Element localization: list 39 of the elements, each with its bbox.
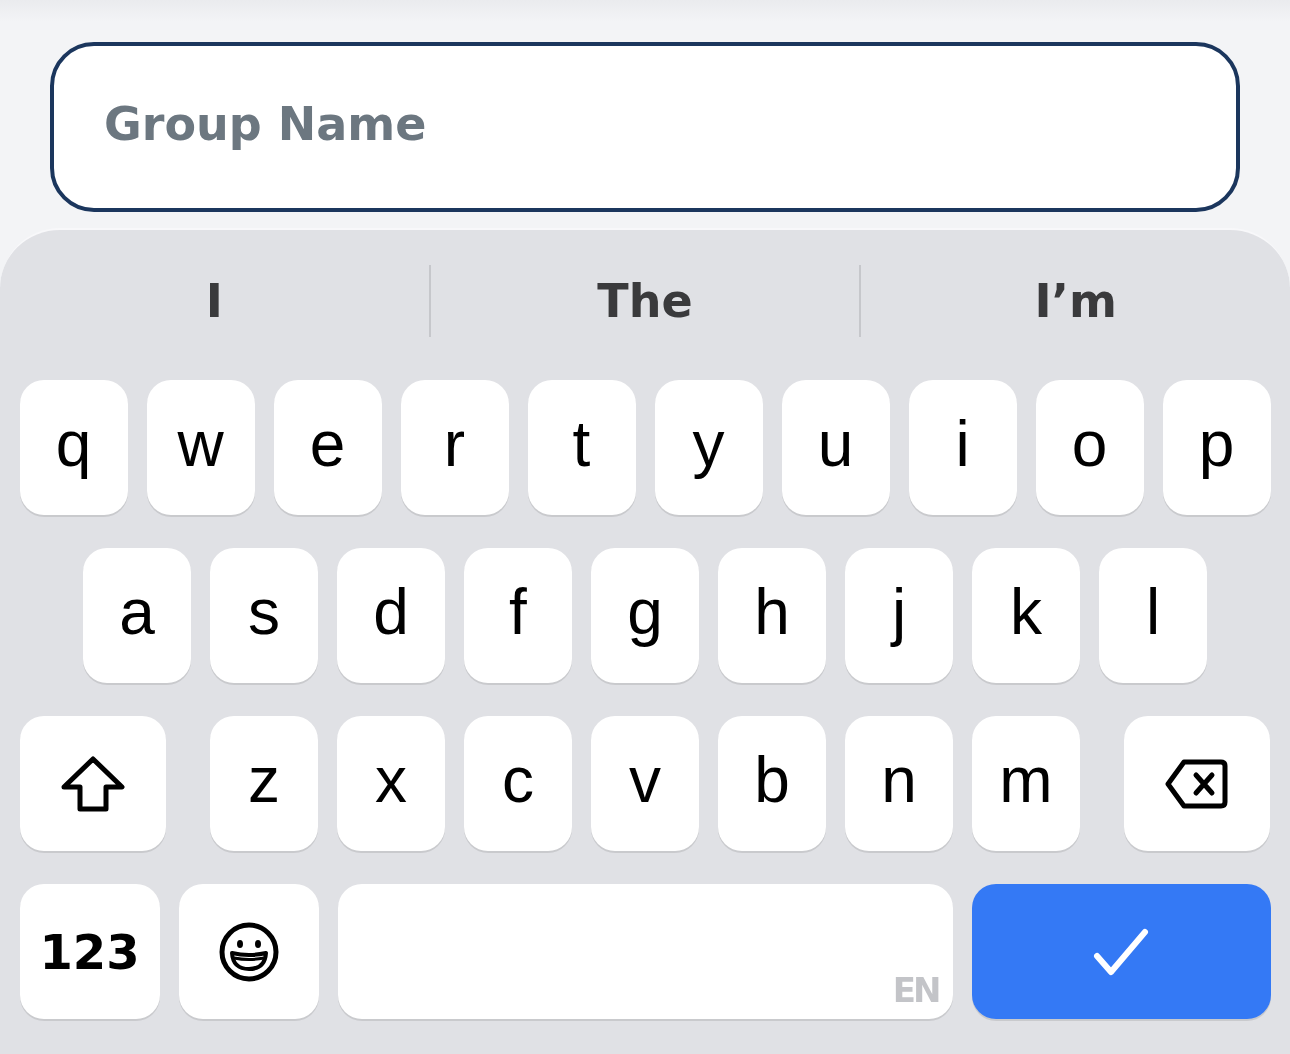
letter-key[interactable]: j [845, 548, 953, 683]
letter-key[interactable]: a [83, 548, 191, 683]
letter-key[interactable]: z [210, 716, 318, 851]
letter-key[interactable]: r [400, 380, 509, 515]
letter-key[interactable]: m [972, 716, 1080, 851]
letter-key[interactable]: h [718, 548, 826, 683]
letter-key[interactable]: u [781, 380, 890, 515]
letter-key[interactable]: y [654, 380, 763, 515]
letter-key[interactable]: e [273, 380, 382, 515]
input-field[interactable]: Group Name [50, 42, 1240, 212]
letter-key[interactable]: p [1162, 380, 1271, 515]
delete-key[interactable] [1124, 716, 1270, 851]
letter-key[interactable]: x [337, 716, 445, 851]
letter-key[interactable]: w [146, 380, 255, 515]
letter-key[interactable]: q [19, 380, 128, 515]
suggestion-button[interactable]: I [0, 265, 429, 337]
letter-key[interactable]: s [210, 548, 318, 683]
letter-key[interactable]: g [591, 548, 699, 683]
letter-key[interactable]: i [908, 380, 1017, 515]
letter-key[interactable]: b [718, 716, 826, 851]
backspace-icon [1165, 757, 1229, 810]
letter-key[interactable]: o [1035, 380, 1144, 515]
letter-key[interactable]: n [845, 716, 953, 851]
done-key[interactable] [971, 884, 1271, 1019]
shift-key[interactable] [20, 716, 166, 851]
suggestion-button[interactable]: The [430, 265, 860, 337]
letter-key[interactable]: k [972, 548, 1080, 683]
letter-key[interactable]: c [464, 716, 572, 851]
numbers-key[interactable]: 123 [19, 884, 160, 1019]
shift-icon [61, 755, 125, 812]
letter-key[interactable]: f [464, 548, 572, 683]
letter-key[interactable]: t [527, 380, 636, 515]
letter-key[interactable]: v [591, 716, 699, 851]
letter-key[interactable]: l [1099, 548, 1207, 683]
smiley-icon [218, 921, 279, 982]
emoji-key[interactable] [178, 884, 319, 1019]
suggestion-button[interactable]: I’m [861, 265, 1290, 337]
letter-key[interactable]: d [337, 548, 445, 683]
checkmark-icon [1093, 927, 1149, 976]
